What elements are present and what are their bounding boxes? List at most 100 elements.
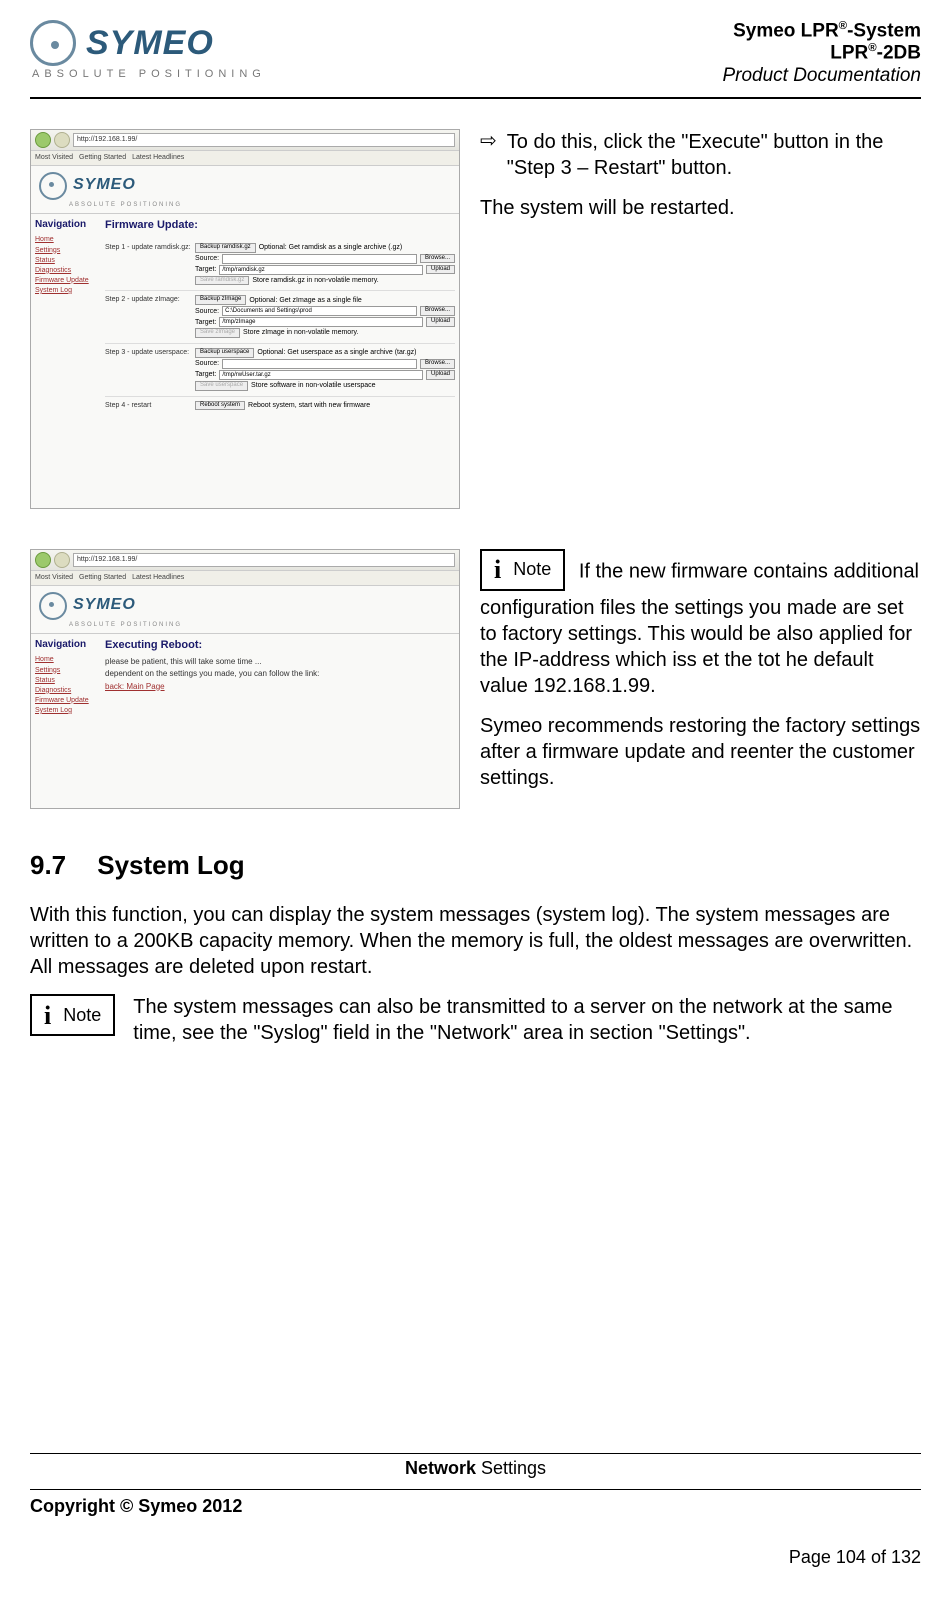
doc-title-block: Symeo LPR®-System LPR®-2DB Product Docum…: [722, 20, 921, 87]
ss-brand: SYMEO: [73, 595, 136, 616]
registered-icon: ®: [839, 20, 847, 32]
ss-main-title: Firmware Update:: [105, 218, 455, 232]
browser-bookmarks: Most Visited Getting Started Latest Head…: [31, 571, 459, 586]
browser-forward-icon: [54, 552, 70, 568]
ss-save-desc: Store zImage in non-volatile memory.: [243, 328, 358, 337]
ss-backup-button: Backup userspace: [195, 348, 254, 358]
screenshot-firmware-update: http://192.168.1.99/ Most Visited Gettin…: [30, 129, 460, 509]
info-icon: i: [482, 553, 513, 587]
bookmark-item: Latest Headlines: [132, 151, 184, 165]
browser-url: http://192.168.1.99/: [73, 553, 455, 567]
doc-title-2b: -2DB: [877, 43, 921, 64]
ss-step-1: Step 1 - update ramdisk.gz: Backup ramdi…: [105, 239, 455, 292]
body-text: The system will be restarted.: [480, 195, 921, 221]
ss-source-label: Source:: [195, 307, 219, 316]
bookmark-item: Getting Started: [79, 571, 126, 585]
page-number: Page 104 of 132: [30, 1547, 921, 1568]
ss-upload-button: Upload: [426, 265, 455, 275]
logo-icon: [30, 20, 76, 66]
body-text: With this function, you can display the …: [30, 902, 921, 980]
ss-reboot-line: please be patient, this will take some t…: [105, 657, 319, 667]
doc-title-1a: Symeo LPR: [733, 20, 839, 41]
arrow-icon: ⇨: [480, 129, 497, 181]
browser-url: http://192.168.1.99/: [73, 133, 455, 147]
footer-rest: Settings: [476, 1458, 546, 1478]
ss-save-button: Save ramdisk.gz: [195, 276, 249, 286]
ss-reboot-line: dependent on the settings you made, you …: [105, 669, 319, 679]
ss-backup-desc: Optional: Get userspace as a single arch…: [257, 348, 416, 357]
ss-step-2: Step 2 - update zImage: Backup zImageOpt…: [105, 291, 455, 344]
browser-bookmarks: Most Visited Getting Started Latest Head…: [31, 151, 459, 166]
ss-brand-sub: ABSOLUTE POSITIONING: [31, 202, 459, 214]
ss-logo-icon: [39, 592, 67, 620]
ss-save-button: Save userspace: [195, 381, 248, 391]
ss-target-input: /tmp/zImage: [219, 317, 423, 327]
ss-brand-sub: ABSOLUTE POSITIONING: [31, 622, 459, 634]
ss-step-label: Step 3 - update userspace:: [105, 348, 195, 392]
info-icon: i: [32, 999, 63, 1033]
ss-nav: Navigation Home Settings Status Diagnost…: [31, 634, 101, 720]
note-box: i Note: [30, 994, 115, 1036]
logo-block: SYMEO ABSOLUTE POSITIONING: [30, 20, 266, 80]
ss-save-desc: Store ramdisk.gz in non-volatile memory.: [252, 276, 378, 285]
ss-nav: Navigation Home Settings Status Diagnost…: [31, 214, 101, 419]
ss-step-3: Step 3 - update userspace: Backup usersp…: [105, 344, 455, 397]
ss-source-input: [222, 359, 417, 369]
section-heading: 9.7 System Log: [30, 849, 921, 883]
section-number: 9.7: [30, 849, 90, 883]
ss-nav-title: Navigation: [35, 638, 97, 651]
page-header: SYMEO ABSOLUTE POSITIONING Symeo LPR®-Sy…: [30, 20, 921, 99]
doc-subtitle: Product Documentation: [722, 65, 921, 87]
bookmark-item: Latest Headlines: [132, 571, 184, 585]
ss-source-input: C:\Documents and Settings\prod: [222, 306, 417, 316]
bookmark-item: Most Visited: [35, 151, 73, 165]
brand-name: SYMEO: [86, 24, 214, 63]
registered-icon: ®: [868, 42, 876, 54]
browser-back-icon: [35, 552, 51, 568]
ss-target-label: Target:: [195, 370, 216, 379]
bookmark-item: Getting Started: [79, 151, 126, 165]
ss-save-desc: Store software in non-volatile userspace: [251, 381, 376, 390]
section-title: System Log: [97, 850, 244, 880]
doc-title-1b: -System: [847, 20, 921, 41]
ss-step-label: Step 2 - update zImage:: [105, 295, 195, 339]
ss-reboot-desc: Reboot system, start with new firmware: [248, 401, 370, 410]
note-box: i Note: [480, 549, 565, 591]
text-column-2: i Note If the new firmware contains addi…: [480, 549, 921, 809]
ss-backup-button: Backup ramdisk.gz: [195, 243, 256, 253]
ss-upload-button: Upload: [426, 317, 455, 327]
instruction-text: To do this, click the "Execute" button i…: [507, 129, 921, 181]
ss-nav-link: Settings: [35, 666, 97, 675]
ss-backup-desc: Optional: Get zImage as a single file: [249, 296, 361, 305]
ss-reboot-link: back: Main Page: [105, 682, 319, 692]
ss-brand: SYMEO: [73, 175, 136, 196]
ss-nav-link: Firmware Update: [35, 276, 97, 285]
ss-nav-link: Home: [35, 655, 97, 664]
ss-source-label: Source:: [195, 254, 219, 263]
note-text: The system messages can also be transmit…: [133, 994, 921, 1046]
ss-target-label: Target:: [195, 265, 216, 274]
page-content: http://192.168.1.99/ Most Visited Gettin…: [30, 129, 921, 1047]
ss-backup-button: Backup zImage: [195, 295, 246, 305]
ss-step-label: Step 4 - restart: [105, 401, 195, 412]
ss-source-label: Source:: [195, 359, 219, 368]
footer-section-title: Network Settings: [30, 1453, 921, 1489]
ss-nav-link: System Log: [35, 706, 97, 715]
ss-browse-button: Browse...: [420, 254, 455, 264]
note-row: i Note The system messages can also be t…: [30, 994, 921, 1046]
ss-nav-link: Firmware Update: [35, 696, 97, 705]
browser-back-icon: [35, 132, 51, 148]
brand-tagline: ABSOLUTE POSITIONING: [32, 68, 266, 80]
ss-reboot-title: Executing Reboot:: [105, 638, 319, 652]
ss-step-label: Step 1 - update ramdisk.gz:: [105, 243, 195, 287]
ss-target-label: Target:: [195, 318, 216, 327]
page-footer: Network Settings Copyright © Symeo 2012 …: [30, 1453, 921, 1568]
browser-forward-icon: [54, 132, 70, 148]
ss-browse-button: Browse...: [420, 359, 455, 369]
copyright: Copyright © Symeo 2012: [30, 1496, 242, 1517]
ss-save-button: Save zImage: [195, 328, 240, 338]
ss-nav-link: Home: [35, 235, 97, 244]
ss-browse-button: Browse...: [420, 306, 455, 316]
ss-target-input: /tmp/ramdisk.gz: [219, 265, 423, 275]
ss-nav-link: Settings: [35, 246, 97, 255]
